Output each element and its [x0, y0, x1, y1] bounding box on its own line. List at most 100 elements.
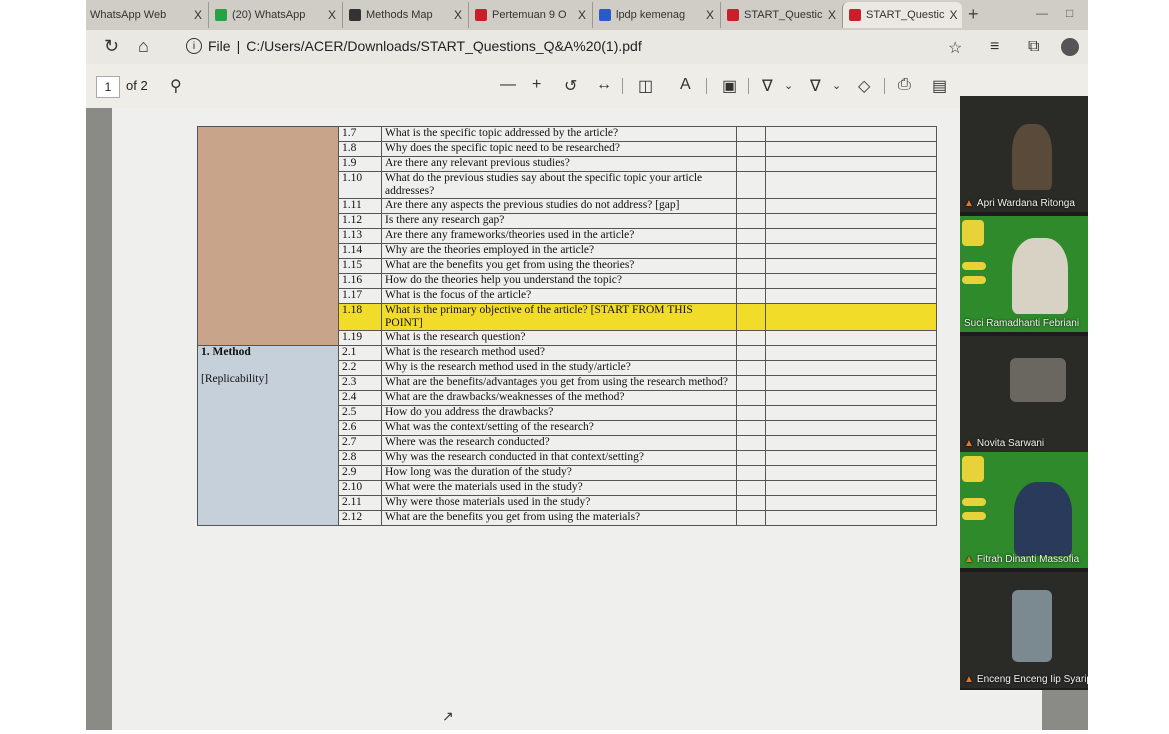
tab-whatsapp-web[interactable]: WhatsApp Web X	[86, 2, 208, 28]
question-number: 2.10	[338, 480, 382, 496]
zoom-out-icon[interactable]: —	[500, 76, 516, 94]
logo-icon	[962, 456, 984, 482]
page-view-icon[interactable]: ◫	[638, 76, 653, 96]
close-icon[interactable]: X	[949, 8, 957, 22]
answer-cell	[765, 213, 937, 229]
tab-start-questions-2[interactable]: START_Questic X	[842, 2, 962, 28]
draw-icon[interactable]: ∇	[762, 76, 773, 96]
home-icon[interactable]: ⌂	[138, 36, 149, 57]
fit-width-icon[interactable]: ↔	[596, 76, 612, 94]
table-row: 1.7 What is the specific topic addressed …	[197, 126, 937, 346]
minimize-icon[interactable]: —	[1036, 6, 1048, 20]
participant-video	[1012, 124, 1052, 190]
favorites-icon[interactable]: ≡	[990, 38, 999, 56]
pdf-viewer[interactable]: 1.7 What is the specific topic addressed …	[86, 108, 1088, 730]
answer-cell	[736, 465, 766, 481]
page-total: of 2	[126, 78, 148, 93]
info-icon[interactable]: i	[186, 38, 202, 54]
answer-cell	[736, 141, 766, 157]
maximize-icon[interactable]: □	[1066, 6, 1073, 20]
table-row: 1. Method [Replicability] 2.1 What is the r…	[197, 345, 937, 526]
print-icon[interactable]: ⎙	[898, 76, 911, 94]
muted-mic-icon: ▲	[964, 438, 974, 449]
participant-name: Apri Wardana Ritonga	[976, 198, 1075, 209]
answer-cell	[765, 141, 937, 157]
tab-whatsapp[interactable]: (20) WhatsApp X	[208, 2, 342, 28]
tab-label: Methods Map	[366, 9, 433, 21]
mouse-cursor-icon: ↗	[442, 708, 454, 724]
save-icon[interactable]: ▤	[932, 76, 947, 96]
answer-cell	[736, 420, 766, 436]
question-number: 2.8	[338, 450, 382, 466]
collections-icon[interactable]: ⧉	[1028, 38, 1039, 56]
question-text: What is the research method used?	[381, 345, 737, 361]
tab-pertemuan[interactable]: Pertemuan 9 O X	[468, 2, 592, 28]
muted-mic-icon: ▲	[964, 198, 974, 209]
answer-cell	[765, 243, 937, 259]
participant-tile[interactable]: ▲ Fitrah Dinanti Massofia	[960, 452, 1088, 568]
participant-tile[interactable]: ▲ Apri Wardana Ritonga	[960, 96, 1088, 212]
question-text: What is the research question?	[381, 330, 737, 346]
logo-icon	[962, 220, 984, 246]
question-number: 1.17	[338, 288, 382, 304]
zoom-in-icon[interactable]: +	[532, 76, 541, 94]
answer-cell	[736, 435, 766, 451]
participant-video	[1014, 482, 1072, 556]
answer-cell	[765, 303, 937, 331]
answer-cell	[736, 480, 766, 496]
question-text: What was the context/setting of the rese…	[381, 420, 737, 436]
favorite-add-icon[interactable]: ☆	[948, 38, 962, 58]
question-number: 1.13	[338, 228, 382, 244]
page-number-input[interactable]: 1	[96, 76, 120, 98]
answer-cell	[765, 345, 937, 361]
text-box-icon[interactable]: ▣	[722, 76, 737, 96]
participant-tile[interactable]: Suci Ramadhanti Febriani	[960, 216, 1088, 332]
tab-start-questions-1[interactable]: START_Questic X	[720, 2, 842, 28]
close-icon[interactable]: X	[828, 8, 836, 22]
close-icon[interactable]: X	[706, 8, 714, 22]
answer-cell	[765, 198, 937, 214]
answer-cell	[736, 360, 766, 376]
close-icon[interactable]: X	[578, 8, 586, 22]
answer-cell	[736, 303, 766, 331]
questions-table: 1.7 What is the specific topic addressed …	[197, 126, 937, 526]
question-number: 1.19	[338, 330, 382, 346]
tab-methods-map[interactable]: Methods Map X	[342, 2, 468, 28]
search-icon[interactable]: ⚲	[170, 76, 182, 96]
new-tab-button[interactable]: +	[968, 4, 979, 25]
close-icon[interactable]: X	[194, 8, 202, 22]
question-text: Why does the specific topic need to be r…	[381, 141, 737, 157]
chevron-down-icon[interactable]: ⌄	[784, 79, 793, 92]
refresh-icon[interactable]: ↻	[104, 36, 119, 57]
methods-map-icon	[349, 9, 361, 21]
answer-cell	[765, 156, 937, 172]
participant-name: Fitrah Dinanti Massofia	[976, 554, 1080, 565]
read-aloud-icon[interactable]: A	[680, 76, 691, 94]
chevron-down-icon[interactable]: ⌄	[832, 79, 841, 92]
question-text: What is the focus of the article?	[381, 288, 737, 304]
answer-cell	[765, 390, 937, 406]
close-icon[interactable]: X	[328, 8, 336, 22]
decoration	[962, 498, 986, 506]
eraser-icon[interactable]: ◇	[858, 76, 870, 96]
decoration	[962, 276, 986, 284]
toolbar-divider	[884, 78, 885, 94]
participant-tile[interactable]: ▲ Novita Sarwani	[960, 336, 1088, 452]
participant-name: Suci Ramadhanti Febriani	[964, 318, 1080, 329]
rotate-icon[interactable]: ↺	[564, 76, 577, 96]
url-field[interactable]: i File | C:/Users/ACER/Downloads/START_Q…	[186, 38, 642, 54]
answer-cell	[736, 273, 766, 289]
url-scheme: File	[208, 38, 231, 54]
question-text: How do you address the drawbacks?	[381, 405, 737, 421]
close-icon[interactable]: X	[454, 8, 462, 22]
tab-label: lpdp kemenag	[616, 9, 686, 21]
tab-label: Pertemuan 9 O	[492, 9, 567, 21]
tab-label: WhatsApp Web	[90, 9, 167, 21]
tab-label: START_Questic	[866, 9, 945, 21]
avatar[interactable]	[1061, 38, 1079, 56]
tab-lpdp-kemenag[interactable]: lpdp kemenag X	[592, 2, 720, 28]
highlight-icon[interactable]: ∇	[810, 76, 821, 96]
participant-tile[interactable]: ▲Enceng Enceng Iip Syaripudin	[960, 572, 1088, 688]
answer-cell	[736, 495, 766, 511]
muted-mic-icon: ▲	[964, 674, 974, 685]
